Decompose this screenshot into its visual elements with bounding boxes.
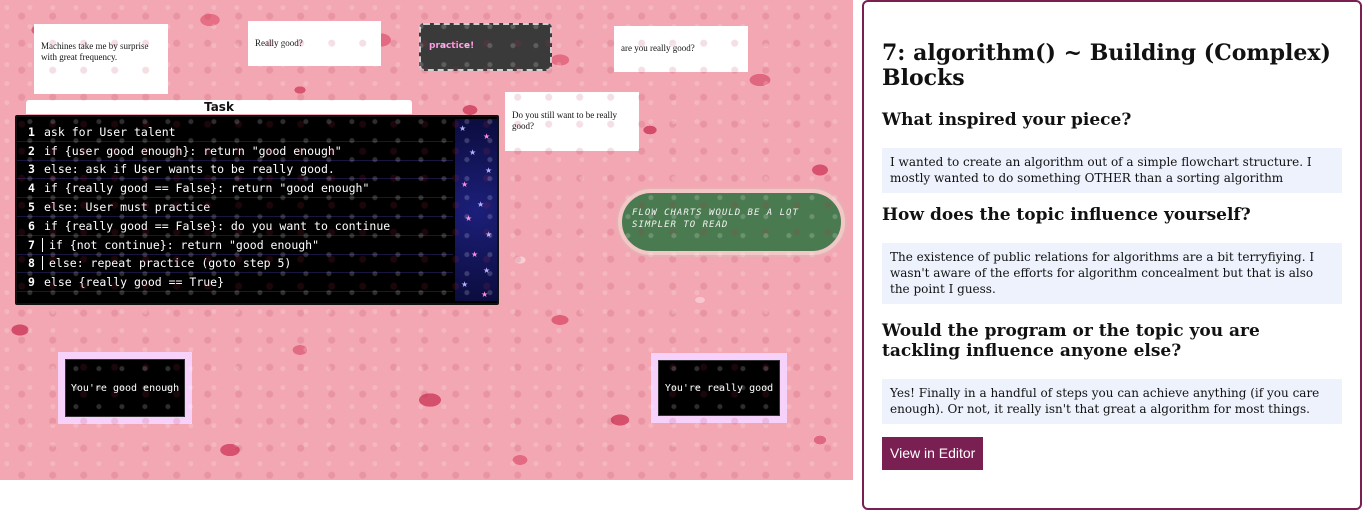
question-heading: Would the program or the topic you are t… xyxy=(882,321,1260,361)
note-are-you-really-good: are you really good? xyxy=(614,26,748,72)
question-heading: How does the topic influence yourself? xyxy=(882,205,1251,225)
result-card-good-enough[interactable]: You're good enough xyxy=(58,352,192,424)
code-line: 6 if {really good == False}: do you want … xyxy=(17,217,453,236)
star-icon: ★ xyxy=(459,124,467,133)
code-panel: 1 ask for User talent 2 if {user good enou… xyxy=(15,115,499,305)
code-lines: 1 ask for User talent 2 if {user good enou… xyxy=(17,123,453,293)
line-number: 3 xyxy=(28,162,35,177)
flow-charts-button[interactable]: Flow charts would be a lot simpler to re… xyxy=(618,189,845,255)
star-icon: ★ xyxy=(471,250,479,259)
line-text: ask for User talent xyxy=(44,124,176,139)
star-icon: ★ xyxy=(477,200,485,209)
line-number: 6 xyxy=(28,218,35,233)
task-title: Task xyxy=(26,100,412,114)
answer-text: Yes! Finally in a handful of steps you c… xyxy=(882,379,1342,424)
star-icon: ★ xyxy=(485,166,493,175)
line-number: 9 xyxy=(28,275,35,290)
sketch-canvas[interactable]: Machines take me by surprise with great … xyxy=(0,0,853,480)
code-line: 1 ask for User talent xyxy=(17,123,453,142)
note-machines-surprise: Machines take me by surprise with great … xyxy=(34,24,168,94)
line-text: else: ask if User wants to be really goo… xyxy=(44,162,335,177)
line-text: if {really good == False}: do you want t… xyxy=(44,218,391,233)
line-number: 1 xyxy=(28,124,35,139)
line-text: else: repeat practice (goto step 5) xyxy=(49,256,292,271)
practice-button[interactable]: practice! xyxy=(419,23,552,71)
line-text: if {not continue}: return "good enough" xyxy=(49,237,320,252)
code-line: 8 else: repeat practice (goto step 5) xyxy=(17,255,453,274)
result-card-really-good[interactable]: You're really good xyxy=(651,353,787,423)
note-really-good: Really good? xyxy=(248,21,381,66)
star-icon: ★ xyxy=(461,280,469,289)
line-number: 2 xyxy=(28,143,35,158)
info-panel: 7: algorithm() ~ Building (Complex) Bloc… xyxy=(862,0,1362,510)
star-icon: ★ xyxy=(469,148,477,157)
star-icon: ★ xyxy=(481,290,489,299)
view-in-editor-button[interactable]: View in Editor xyxy=(882,437,984,470)
line-text: if {user good enough}: return "good enou… xyxy=(44,143,342,158)
answer-text: I wanted to create an algorithm out of a… xyxy=(882,148,1342,193)
star-icon: ★ xyxy=(485,230,493,239)
line-number: 8 xyxy=(17,256,43,271)
line-text: else {really good == True} xyxy=(44,275,225,290)
code-line: 3 else: ask if User wants to be really go… xyxy=(17,161,453,180)
code-line: 2 if {user good enough}: return "good eno… xyxy=(17,142,453,161)
page-title: 7: algorithm() ~ Building (Complex) Bloc… xyxy=(882,40,1331,91)
line-number: 5 xyxy=(28,200,35,215)
note-still-want-really-good: Do you still want to be really good? xyxy=(505,92,639,151)
line-text: else: User must practice xyxy=(44,200,211,215)
result-card-label: You're really good xyxy=(658,360,780,416)
code-line: 9 else {really good == True} xyxy=(17,273,453,293)
question-heading: What inspired your piece? xyxy=(882,110,1132,130)
line-number: 7 xyxy=(17,237,43,252)
starfield-decoration: ★ ★ ★ ★ ★ ★ ★ ★ ★ ★ ★ ★ xyxy=(455,119,497,301)
answer-text: The existence of public relations for al… xyxy=(882,243,1342,304)
star-icon: ★ xyxy=(483,266,491,275)
star-icon: ★ xyxy=(461,180,469,189)
star-icon: ★ xyxy=(483,132,491,141)
line-number: 4 xyxy=(28,181,35,196)
star-icon: ★ xyxy=(465,214,473,223)
result-card-label: You're good enough xyxy=(65,359,185,417)
code-line: 4 if {really good == False}: return "good… xyxy=(17,179,453,199)
line-text: if {really good == False}: return "good … xyxy=(44,181,370,196)
code-line: 5 else: User must practice xyxy=(17,198,453,217)
code-line: 7 if {not continue}: return "good enough… xyxy=(17,236,453,255)
